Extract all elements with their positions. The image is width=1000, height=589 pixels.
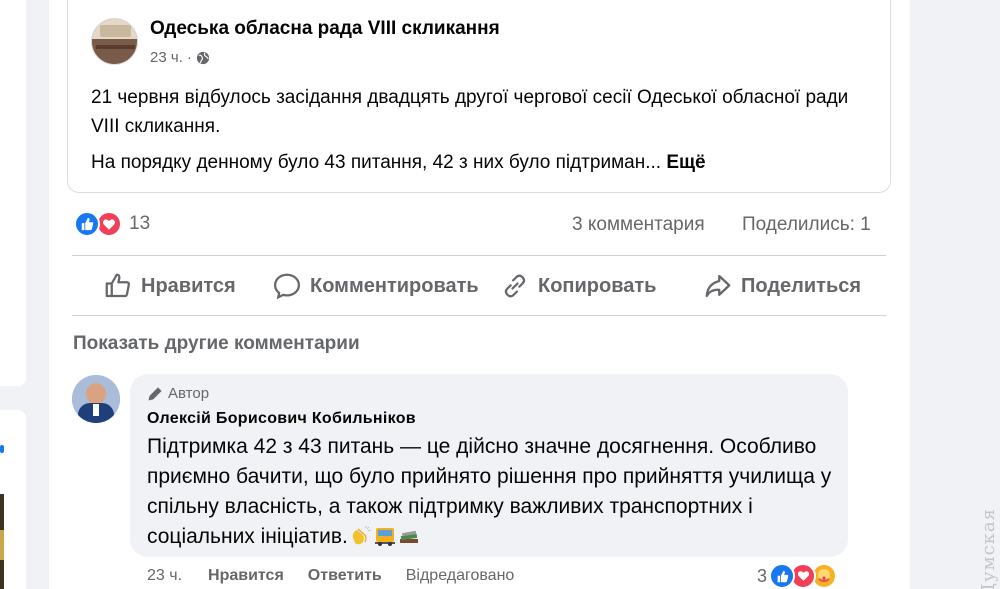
pencil-icon: [148, 386, 162, 401]
author-badge-label: Автор: [168, 385, 210, 402]
comment-footer: 23 ч. Нравится Ответить Відредаговано: [147, 567, 514, 585]
share-label: Поделиться: [741, 274, 862, 297]
commenter-name[interactable]: Олексій Борисович Кобильніков: [147, 410, 416, 428]
watermark: Думская: [978, 508, 999, 589]
link-icon: [504, 274, 526, 298]
reaction-count: 13: [129, 213, 151, 234]
post-text-paragraph-2: На порядку денному було 43 питання, 42 з…: [91, 148, 871, 177]
like-button[interactable]: Нравится: [103, 268, 236, 304]
show-more-comments-link[interactable]: Показать другие комментарии: [73, 333, 360, 355]
page-name[interactable]: Одеська обласна рада VIII скликання: [150, 18, 500, 40]
like-reaction-icon: [769, 563, 796, 589]
comment-like-button[interactable]: Нравится: [208, 567, 284, 585]
comment-label: Комментировать: [310, 274, 479, 297]
bus-icon: [374, 528, 395, 546]
comment-time[interactable]: 23 ч.: [147, 567, 182, 585]
comment-button[interactable]: Комментировать: [272, 268, 479, 304]
divider: [72, 315, 886, 316]
comment-edited-label[interactable]: Відредаговано: [406, 567, 515, 585]
comment-reply-button[interactable]: Ответить: [308, 567, 382, 585]
thumbs-up-icon: [105, 273, 130, 298]
comment-text: Підтримка 42 з 43 питань — це дійсно зна…: [147, 432, 837, 552]
like-label: Нравится: [141, 274, 236, 297]
page-avatar[interactable]: [91, 18, 138, 65]
sidebar-indicator: [0, 445, 4, 453]
sidebar-thumbnail-detail: [0, 530, 4, 560]
comment-reactions[interactable]: 3: [757, 563, 838, 589]
post-meta: 23 ч. ·: [150, 49, 210, 66]
reactions-summary[interactable]: 13: [74, 211, 150, 237]
speech-bubble-icon: [273, 273, 301, 300]
see-more-link[interactable]: Ещё: [666, 152, 705, 173]
meta-separator: ·: [186, 49, 192, 66]
like-reaction-icon: [74, 211, 100, 237]
comment-body: Підтримка 42 з 43 питань — це дійсно зна…: [147, 435, 832, 548]
clapping-hands-icon: [352, 526, 371, 545]
post-text-truncated: На порядку денному було 43 питання, 42 з…: [91, 152, 662, 173]
commenter-avatar[interactable]: [72, 375, 120, 423]
left-sidebar-card: [0, 0, 26, 386]
copy-label: Копировать: [538, 274, 657, 297]
globe-icon: [196, 51, 209, 64]
share-arrow-icon: [705, 274, 731, 298]
copy-link-button[interactable]: Копировать: [500, 268, 656, 304]
comment-reaction-count: 3: [757, 565, 768, 586]
post-time[interactable]: 23 ч.: [150, 49, 183, 66]
divider: [72, 255, 886, 256]
post-text-paragraph-1: 21 червня відбулось засідання двадцять д…: [91, 87, 849, 137]
shares-count-link[interactable]: Поделились: 1: [742, 214, 871, 236]
books-icon: [399, 530, 418, 543]
comments-count-link[interactable]: 3 комментария: [572, 214, 705, 236]
share-button[interactable]: Поделиться: [703, 268, 861, 304]
author-badge: Автор: [147, 385, 209, 402]
